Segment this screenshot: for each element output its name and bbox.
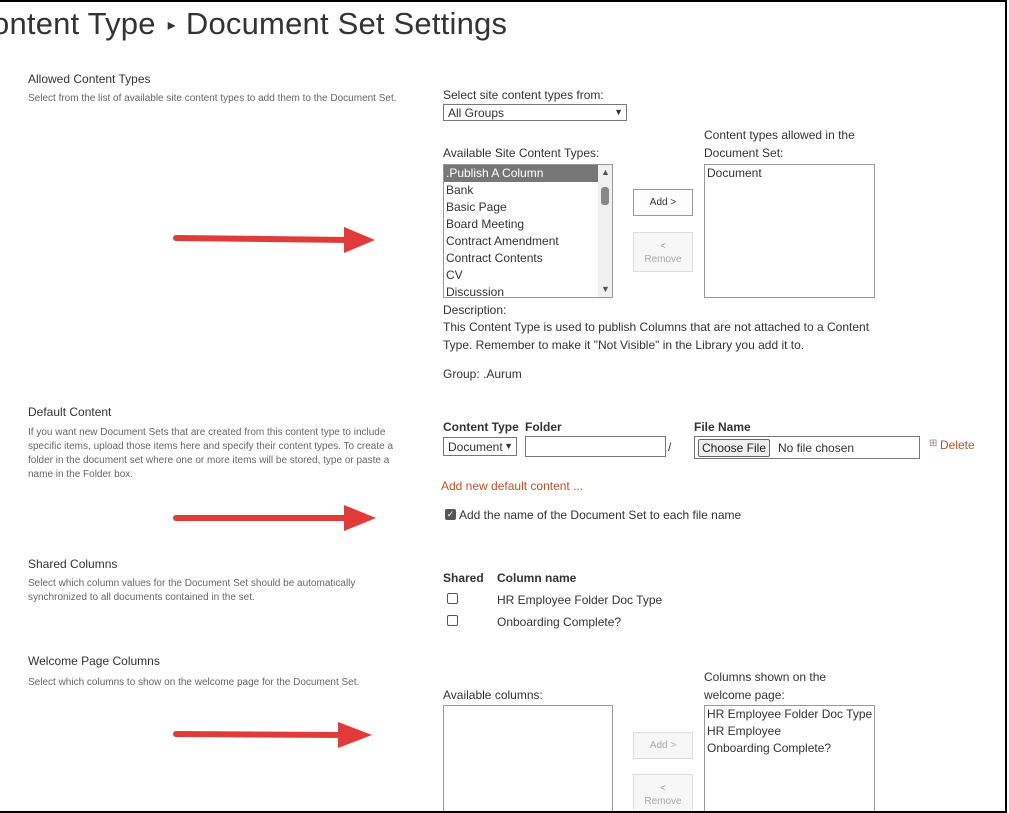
shared-column-header: Shared <box>443 571 484 585</box>
available-columns-listbox[interactable] <box>443 705 613 811</box>
list-item[interactable]: Contract Contents <box>444 250 612 267</box>
page-title-main: Document Set Settings <box>185 6 508 41</box>
select-from-label: Select site content types from: <box>443 88 604 102</box>
breadcrumb-content-type[interactable]: ontent Type <box>0 6 156 41</box>
content-type-column-header: Content Type <box>443 420 519 434</box>
chevron-down-icon: ▼ <box>614 107 623 117</box>
annotation-arrow-icon <box>173 722 372 748</box>
folder-input[interactable] <box>525 436 666 457</box>
choose-file-button[interactable]: Choose File <box>698 439 770 457</box>
listbox-scrollbar[interactable]: ▲ ▼ <box>598 165 612 297</box>
page-title: ontent Type ▸ Document Set Settings <box>0 6 507 42</box>
table-row: HR Employee Folder Doc Type <box>497 593 663 607</box>
allowed-content-types-listbox[interactable]: Document <box>704 164 875 298</box>
folder-slash: / <box>668 440 672 454</box>
list-item[interactable]: CV <box>444 267 612 284</box>
shared-columns-heading: Shared Columns <box>28 557 118 571</box>
list-item[interactable]: Contract Amendment <box>444 233 612 250</box>
select-value: Document <box>448 440 503 454</box>
page-frame: ontent Type ▸ Document Set Settings Allowe… <box>0 0 1007 813</box>
allowed-content-types-description: Select from the list of available site c… <box>28 93 397 104</box>
shared-checkbox[interactable] <box>447 593 458 604</box>
site-content-type-group-select[interactable]: All Groups ▼ <box>443 104 627 121</box>
shared-columns-description: Select which column values for the Docum… <box>28 578 356 603</box>
shared-checkbox[interactable] <box>447 615 458 626</box>
list-item[interactable]: Bank <box>444 182 612 199</box>
annotation-arrow-icon <box>173 505 376 531</box>
default-content-heading: Default Content <box>28 405 112 419</box>
add-column-button[interactable]: Add > <box>633 732 693 759</box>
no-file-chosen-text: No file chosen <box>778 441 855 455</box>
allowed-content-types-heading: Allowed Content Types <box>28 72 151 86</box>
file-name-column-header: File Name <box>694 420 751 434</box>
available-columns-label: Available columns: <box>443 688 543 702</box>
remove-content-type-button[interactable]: < Remove <box>633 232 693 272</box>
content-type-group: Group: .Aurum <box>443 367 522 381</box>
chevron-down-icon: ▼ <box>504 441 513 451</box>
add-name-checkbox-label: Add the name of the Document Set to each… <box>459 508 742 522</box>
list-item[interactable]: Discussion <box>444 284 612 297</box>
description-label: Description: <box>443 303 507 317</box>
delete-icon[interactable]: ⊞ <box>929 438 937 449</box>
delete-default-content-link[interactable]: Delete <box>940 438 975 452</box>
available-content-types-listbox[interactable]: .Publish A Column Bank Basic Page Board … <box>443 164 613 298</box>
list-item[interactable]: Document <box>705 165 874 182</box>
remove-arrow-label: < <box>660 241 666 252</box>
shown-columns-listbox[interactable]: HR Employee Folder Doc Type HR Employee … <box>704 705 875 811</box>
remove-label: Remove <box>644 796 682 807</box>
welcome-page-columns-description: Select which columns to show on the welc… <box>28 677 360 688</box>
table-row: Onboarding Complete? <box>497 615 622 629</box>
list-item[interactable]: Basic Page <box>444 199 612 216</box>
column-name-header: Column name <box>497 571 577 585</box>
welcome-page-columns-heading: Welcome Page Columns <box>28 654 160 668</box>
scroll-up-icon[interactable]: ▲ <box>601 167 610 177</box>
list-item[interactable]: .Publish A Column <box>444 165 612 182</box>
folder-column-header: Folder <box>525 420 562 434</box>
default-content-type-select[interactable]: Document ▼ <box>443 437 517 456</box>
add-content-type-button[interactable]: Add > <box>633 189 693 216</box>
allowed-content-types-label: Content types allowed in the Document Se… <box>704 128 855 160</box>
content-type-description: This Content Type is used to publish Col… <box>443 320 870 352</box>
breadcrumb-separator-icon: ▸ <box>167 17 176 34</box>
file-input[interactable]: Choose File No file chosen <box>694 436 920 459</box>
select-value: All Groups <box>448 106 505 120</box>
add-new-default-content-link[interactable]: Add new default content ... <box>441 479 583 493</box>
scroll-down-icon[interactable]: ▼ <box>601 284 610 294</box>
default-content-description: If you want new Document Sets that are c… <box>28 427 394 480</box>
annotation-arrow-icon <box>173 227 375 253</box>
shown-columns-label: Columns shown on the welcome page: <box>704 670 827 702</box>
list-item[interactable]: HR Employee <box>705 723 874 740</box>
remove-arrow-label: < <box>660 783 666 794</box>
available-content-types-label: Available Site Content Types: <box>443 146 600 160</box>
list-item[interactable]: HR Employee Folder Doc Type <box>705 706 874 723</box>
remove-column-button[interactable]: < Remove <box>633 774 693 811</box>
list-item[interactable]: Board Meeting <box>444 216 612 233</box>
remove-label: Remove <box>644 254 682 265</box>
scroll-thumb[interactable] <box>601 187 609 205</box>
list-item[interactable]: Onboarding Complete? <box>705 740 874 757</box>
add-name-checkbox[interactable]: ✓ <box>445 509 456 520</box>
